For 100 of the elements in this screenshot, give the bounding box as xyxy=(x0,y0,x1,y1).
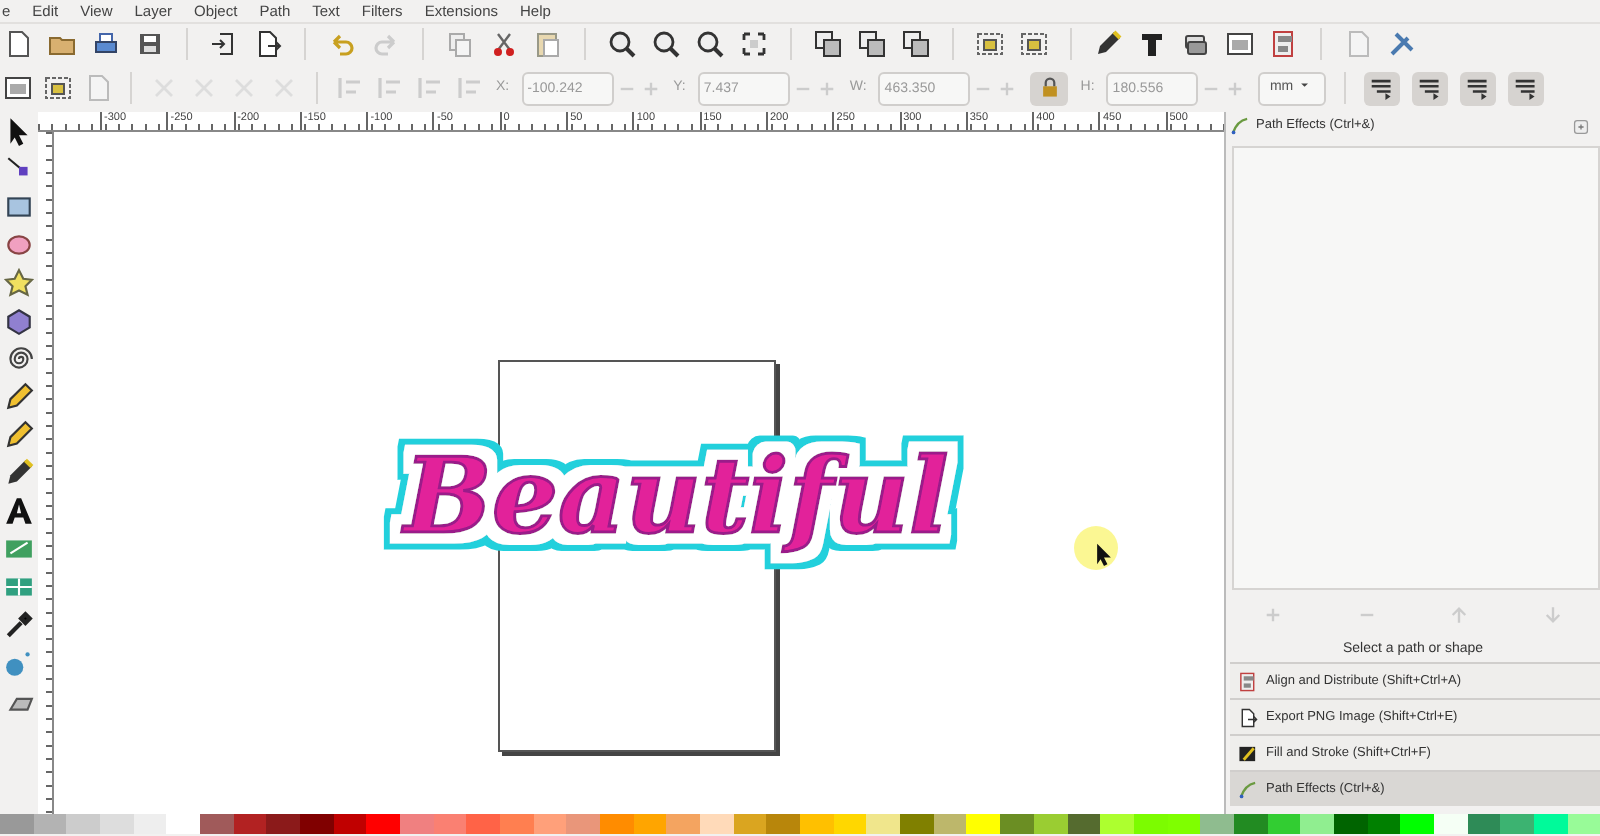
duplicate-icon[interactable] xyxy=(858,30,886,58)
color-swatch[interactable] xyxy=(1367,814,1401,834)
color-swatch[interactable] xyxy=(733,814,767,834)
color-swatch[interactable] xyxy=(266,814,301,834)
mouse-pointer-icon xyxy=(1092,542,1116,566)
document-icon[interactable] xyxy=(1344,30,1372,58)
color-swatch[interactable] xyxy=(1467,814,1501,834)
export-icon[interactable] xyxy=(254,30,282,58)
pen-icon[interactable] xyxy=(4,420,34,450)
color-swatch[interactable] xyxy=(500,814,534,834)
redo-icon[interactable] xyxy=(372,30,400,58)
color-swatch[interactable] xyxy=(133,814,167,834)
ellipse-icon[interactable] xyxy=(4,230,34,260)
color-swatch[interactable] xyxy=(0,814,34,834)
color-swatch[interactable] xyxy=(700,814,734,834)
spiral-icon[interactable] xyxy=(4,344,34,374)
color-swatch[interactable] xyxy=(1500,814,1534,834)
color-swatch[interactable] xyxy=(566,814,601,834)
color-swatch[interactable] xyxy=(1233,814,1268,834)
pencil-icon[interactable] xyxy=(4,382,34,412)
color-swatch[interactable] xyxy=(866,814,901,834)
color-swatch[interactable] xyxy=(1267,814,1301,834)
snap-icon xyxy=(1514,76,1539,100)
color-swatch[interactable] xyxy=(1333,814,1368,834)
color-swatch[interactable] xyxy=(633,814,667,834)
rectangle-icon[interactable] xyxy=(4,192,34,222)
paste-icon[interactable] xyxy=(534,30,562,58)
zoom-icon[interactable] xyxy=(608,30,636,58)
color-swatch[interactable] xyxy=(1100,814,1134,834)
group-icon[interactable] xyxy=(976,30,1004,58)
color-swatch[interactable] xyxy=(466,814,501,834)
color-swatch[interactable] xyxy=(600,814,634,834)
color-swatch[interactable] xyxy=(233,814,267,834)
color-swatch[interactable] xyxy=(833,814,867,834)
scissors-icon[interactable] xyxy=(490,30,518,58)
color-swatch[interactable] xyxy=(333,814,367,834)
dropper-icon[interactable] xyxy=(4,610,34,640)
up-arrow-icon[interactable] xyxy=(1448,603,1471,625)
text-icon[interactable] xyxy=(1138,30,1166,58)
undo-icon[interactable] xyxy=(328,30,356,58)
color-swatch[interactable] xyxy=(166,814,201,834)
color-swatch[interactable] xyxy=(200,814,234,834)
lock-button[interactable] xyxy=(1030,71,1069,105)
text-icon[interactable] xyxy=(4,496,34,526)
color-swatch[interactable] xyxy=(100,814,134,834)
snap-button[interactable] xyxy=(1364,71,1401,105)
down-arrow-icon[interactable] xyxy=(1542,603,1565,625)
plus-icon[interactable] xyxy=(639,77,662,99)
color-swatch[interactable] xyxy=(1067,814,1101,834)
import-icon[interactable] xyxy=(210,30,238,58)
color-swatch[interactable] xyxy=(1200,814,1234,834)
save-icon[interactable] xyxy=(136,30,164,58)
color-swatch[interactable] xyxy=(300,814,334,834)
copy-icon[interactable] xyxy=(446,30,474,58)
color-swatch[interactable] xyxy=(800,814,834,834)
color-swatch[interactable] xyxy=(766,814,801,834)
color-swatch[interactable] xyxy=(666,814,701,834)
fill-stroke-icon xyxy=(1238,743,1258,763)
color-swatch[interactable] xyxy=(1167,814,1201,834)
color-swatch[interactable] xyxy=(1400,814,1434,834)
duplicate-icon[interactable] xyxy=(814,30,842,58)
color-swatch[interactable] xyxy=(33,814,67,834)
color-swatch[interactable] xyxy=(1533,814,1568,834)
printer-icon[interactable] xyxy=(92,30,120,58)
path-effects-icon[interactable] xyxy=(1230,116,1250,136)
duplicate-icon[interactable] xyxy=(902,30,930,58)
color-swatch[interactable] xyxy=(1133,814,1168,834)
pen-icon[interactable] xyxy=(1094,30,1122,58)
export-icon xyxy=(1238,707,1258,727)
color-swatch[interactable] xyxy=(1033,814,1067,834)
box-3d-icon[interactable] xyxy=(4,306,34,336)
color-swatch[interactable] xyxy=(1300,814,1334,834)
snap-button[interactable] xyxy=(1508,71,1545,105)
plus-icon[interactable] xyxy=(1224,77,1247,99)
color-swatch[interactable] xyxy=(533,814,567,834)
color-swatch[interactable] xyxy=(433,814,467,834)
color-swatch[interactable] xyxy=(66,814,101,834)
calligraphy-icon[interactable] xyxy=(4,458,34,488)
color-swatch[interactable] xyxy=(966,814,1001,834)
color-swatch[interactable] xyxy=(1000,814,1034,834)
color-swatch[interactable] xyxy=(900,814,934,834)
color-swatch[interactable] xyxy=(1567,814,1600,834)
new-document-icon[interactable] xyxy=(4,30,32,58)
layers-icon[interactable] xyxy=(1182,30,1210,58)
star-icon[interactable] xyxy=(4,268,34,298)
plus-icon[interactable] xyxy=(1261,603,1284,625)
color-swatch[interactable] xyxy=(400,814,434,834)
group-icon[interactable] xyxy=(1020,30,1048,58)
snap-button[interactable] xyxy=(1412,71,1449,105)
zoom-icon[interactable] xyxy=(652,30,680,58)
color-swatch[interactable] xyxy=(1433,814,1468,834)
fit-icon[interactable] xyxy=(740,30,768,58)
panel-menu-icon[interactable] xyxy=(1572,117,1590,135)
plus-icon[interactable] xyxy=(815,77,838,99)
snap-button[interactable] xyxy=(1460,71,1497,105)
color-swatch[interactable] xyxy=(366,814,401,834)
zoom-icon[interactable] xyxy=(696,30,724,58)
align-icon[interactable] xyxy=(1270,30,1298,58)
plus-icon[interactable] xyxy=(996,77,1019,99)
color-swatch[interactable] xyxy=(933,814,967,834)
